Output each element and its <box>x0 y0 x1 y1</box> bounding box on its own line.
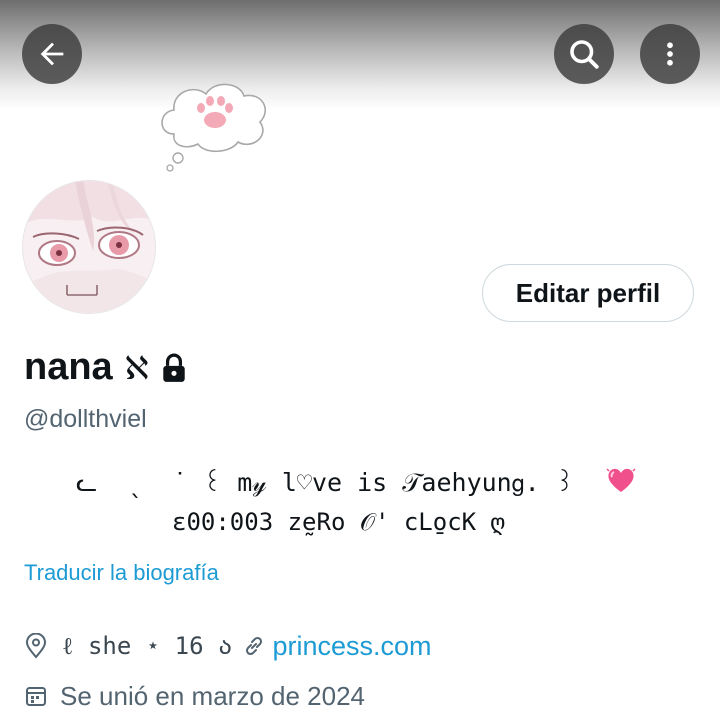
profile-location: ℓ she ⋆ 16 ა <box>62 631 233 660</box>
profile-name: nana <box>24 346 113 388</box>
link-icon <box>246 636 263 656</box>
profile-handle: @dollthviel <box>24 405 147 433</box>
name-ribbon-symbol: ℵ <box>124 348 149 387</box>
anime-face-avatar-image <box>23 181 155 313</box>
calendar-icon <box>26 687 46 706</box>
sparkling-heart-icon <box>606 468 636 492</box>
profile-name-row: nana ℵ <box>24 346 187 389</box>
more-options-button[interactable] <box>640 24 700 84</box>
search-icon <box>570 40 599 69</box>
more-vertical-icon <box>667 42 673 66</box>
lock-icon <box>162 353 185 382</box>
arrow-left-icon <box>40 42 64 66</box>
translate-bio-link[interactable]: Traducir la biografía <box>24 560 219 586</box>
search-button[interactable] <box>554 24 614 84</box>
edit-profile-button[interactable]: Editar perfil <box>482 264 694 322</box>
location-pin-icon <box>25 633 47 659</box>
thought-bubble-paw-icon <box>161 83 266 172</box>
bio-line-2: ɛ00:003 zḛRo 𝒪' cLo̱cK ღ <box>172 508 506 536</box>
bio-line-1: ᓚ ˎ ˙ ꒰ m𝓎 l♡ve is 𝒯aehyun𝗀. ꒱ <box>76 468 575 497</box>
back-button[interactable] <box>22 24 82 84</box>
avatar[interactable] <box>22 180 156 314</box>
profile-website-link[interactable]: princess.com <box>272 631 431 662</box>
profile-joined-row: Se unió en marzo de 2024 <box>24 678 365 714</box>
profile-joined-date: Se unió en marzo de 2024 <box>60 680 365 711</box>
profile-meta-row: ℓ she ⋆ 16 ა princess.com <box>24 628 431 664</box>
